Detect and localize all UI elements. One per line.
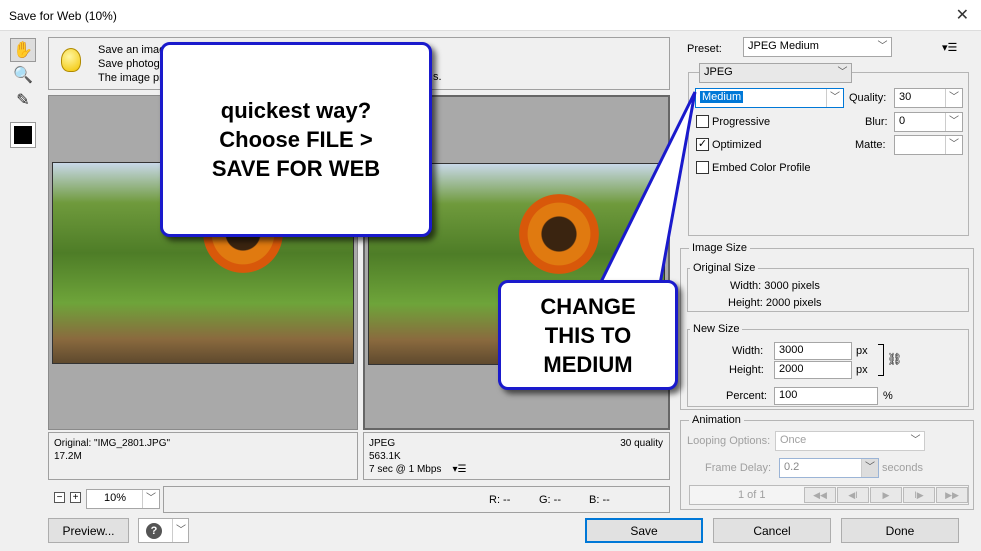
callout-pointer xyxy=(597,91,697,286)
callout-change-to-medium: CHANGE THIS TO MEDIUM xyxy=(498,280,678,390)
